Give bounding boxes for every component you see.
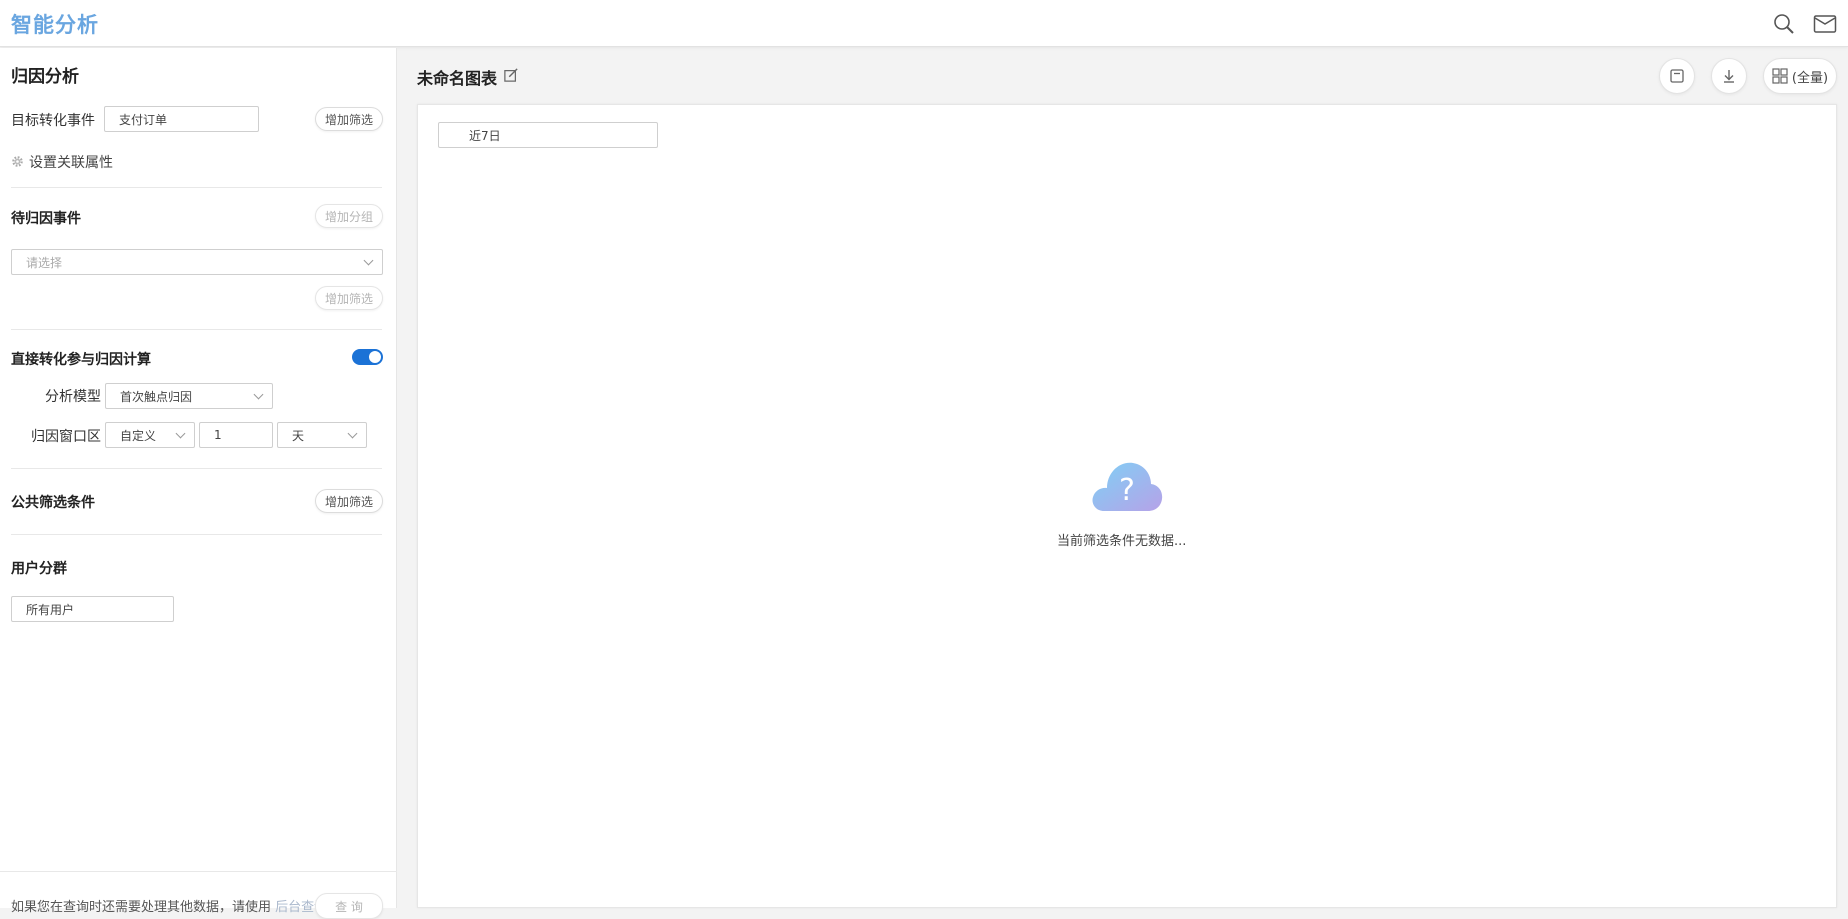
public-filter-title: 公共筛选条件	[11, 495, 95, 511]
window-unit-select[interactable]: 天	[277, 422, 367, 448]
footer-divider	[0, 871, 397, 872]
grid-icon	[1772, 68, 1788, 84]
window-number-value: 1	[214, 428, 222, 442]
add-group-button[interactable]: 增加分组	[315, 204, 383, 228]
model-select[interactable]: 首次触点归因	[105, 383, 273, 409]
footer-note: 如果您在查询时还需要处理其他数据，请使用 后台查询	[11, 896, 327, 915]
related-attr-link[interactable]: 设置关联属性	[11, 152, 131, 171]
save-icon	[1670, 69, 1684, 83]
top-header: 智能分析	[0, 0, 1848, 47]
date-range-picker[interactable]: 近7日	[438, 122, 658, 148]
mail-icon[interactable]	[1813, 12, 1837, 36]
pending-add-filter-button[interactable]: 增加筛选	[315, 286, 383, 310]
edit-icon[interactable]	[504, 68, 518, 82]
model-value: 首次触点归因	[120, 389, 193, 404]
date-range-value: 近7日	[469, 128, 501, 143]
window-number-input[interactable]: 1	[199, 422, 273, 448]
download-icon	[1724, 70, 1734, 83]
chart-title: 未命名图表	[417, 69, 498, 88]
target-event-value: 支付订单	[119, 112, 168, 127]
model-label: 分析模型	[45, 389, 101, 405]
window-type-value: 自定义	[120, 428, 157, 443]
view-mode-label: (全量)	[1791, 70, 1829, 86]
chevron-down-icon	[347, 428, 358, 439]
pending-event-select[interactable]: 请选择	[11, 249, 383, 275]
section-divider	[11, 329, 382, 330]
gear-icon	[12, 156, 23, 167]
segment-title: 用户分群	[11, 561, 67, 577]
app-title: 智能分析	[11, 13, 99, 37]
segment-select[interactable]: 所有用户	[11, 596, 174, 622]
direct-conversion-toggle[interactable]	[352, 349, 383, 365]
window-type-select[interactable]: 自定义	[105, 422, 195, 448]
pending-event-placeholder: 请选择	[26, 255, 63, 270]
pending-events-title: 待归因事件	[11, 211, 81, 227]
save-button[interactable]	[1659, 58, 1695, 94]
svg-text:?: ?	[1119, 473, 1135, 508]
window-label: 归因窗口区	[31, 429, 101, 445]
analysis-config-panel: 归因分析 目标转化事件 支付订单 增加筛选 设置关联属性 待归因事件 增加分组 …	[0, 48, 397, 919]
cloud-question-icon: ?	[1092, 462, 1163, 511]
toggle-knob	[369, 351, 381, 363]
target-add-filter-button[interactable]: 增加筛选	[315, 107, 383, 131]
target-event-label: 目标转化事件	[11, 113, 95, 129]
section-divider	[11, 468, 382, 469]
public-add-filter-button[interactable]: 增加筛选	[315, 489, 383, 513]
direct-conversion-title: 直接转化参与归因计算	[11, 352, 151, 368]
panel-title: 归因分析	[11, 67, 79, 87]
target-event-input[interactable]: 支付订单	[104, 106, 259, 132]
download-button[interactable]	[1711, 58, 1747, 94]
empty-message: 当前筛选条件无数据...	[1057, 534, 1187, 549]
chevron-down-icon	[363, 255, 374, 266]
section-divider	[11, 187, 382, 188]
related-attr-label: 设置关联属性	[29, 155, 113, 171]
query-button[interactable]: 查 询	[315, 893, 383, 919]
chevron-down-icon	[253, 389, 264, 400]
search-icon[interactable]	[1772, 12, 1796, 36]
window-unit-value: 天	[292, 428, 305, 443]
segment-value: 所有用户	[26, 602, 75, 617]
chevron-down-icon	[175, 428, 186, 439]
section-divider	[11, 534, 382, 535]
view-mode-button[interactable]: (全量)	[1763, 58, 1837, 94]
